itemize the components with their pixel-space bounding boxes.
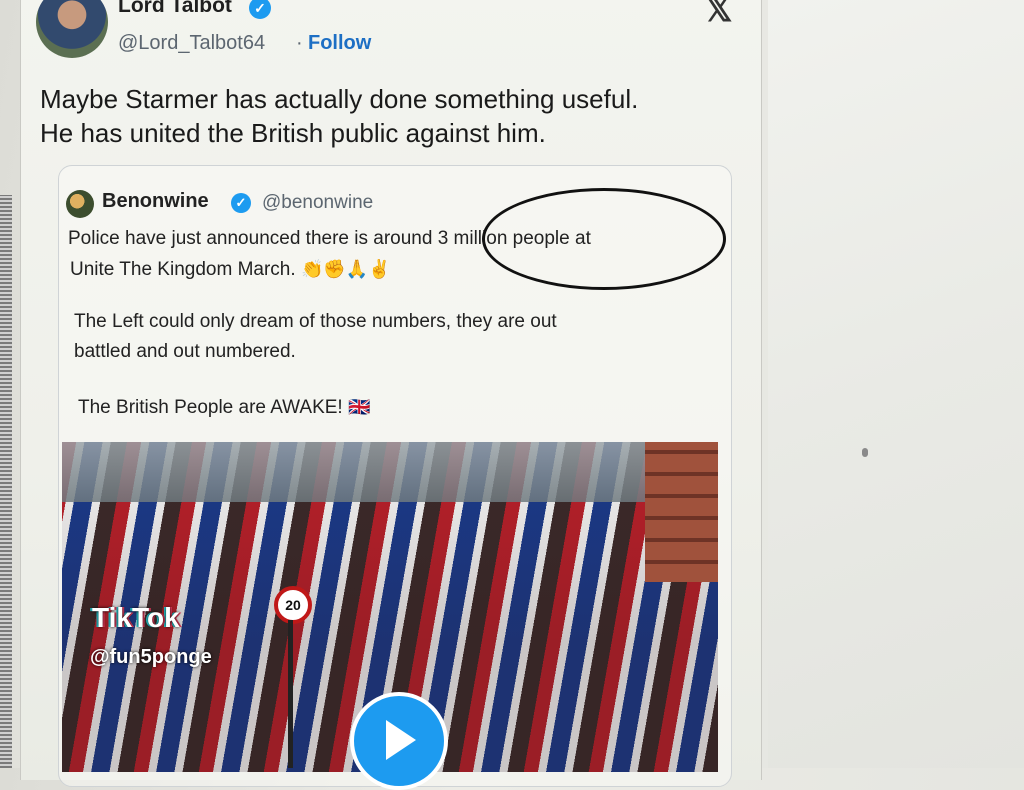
display-name[interactable]: Lord Talbot — [118, 0, 232, 18]
quoted-handle[interactable]: @benonwine — [262, 192, 373, 214]
tiktok-handle-watermark: @fun5ponge — [90, 646, 212, 668]
quoted-paragraph-2-line-2: battled and out numbered. — [74, 341, 296, 362]
emoji-group: 👏✊🙏✌ — [300, 259, 391, 279]
play-button[interactable] — [350, 692, 448, 790]
user-handle[interactable]: @Lord_Talbot64 — [118, 32, 265, 55]
tweet-text-line-1: Maybe Starmer has actually done somethin… — [40, 84, 639, 114]
sign-pole — [288, 620, 293, 768]
quoted-paragraph-1-line-2: Unite The Kingdom March. 👏✊🙏✌ — [70, 254, 391, 285]
tweet-text-line-2: He has united the British public against… — [40, 118, 546, 148]
quoted-verified-badge-icon: ✓ — [231, 193, 251, 213]
video-background-buildings — [62, 442, 718, 502]
quoted-avatar[interactable] — [66, 190, 94, 218]
monitor-bezel — [0, 195, 12, 768]
blank-screen-area — [768, 0, 1024, 768]
video-brick-building — [645, 442, 718, 582]
tiktok-watermark: TikTok — [92, 602, 180, 633]
quoted-paragraph-1-text: Unite The Kingdom March. — [70, 259, 296, 280]
quoted-paragraph-3-text: The British People are AWAKE! — [78, 397, 343, 418]
x-logo-icon[interactable]: 𝕏 — [705, 0, 732, 30]
quoted-display-name[interactable]: Benonwine — [102, 190, 209, 213]
follow-button[interactable]: Follow — [308, 32, 371, 55]
speed-limit-sign: 20 — [274, 586, 312, 624]
quoted-paragraph-2-line-1: The Left could only dream of those numbe… — [74, 311, 557, 332]
uk-flag-icon: 🇬🇧 — [348, 397, 371, 417]
tweet-text: Maybe Starmer has actually done somethin… — [40, 82, 740, 150]
play-icon — [386, 720, 416, 760]
highlight-ellipse-annotation — [482, 188, 726, 290]
quoted-paragraph-3: The British People are AWAKE! 🇬🇧 — [78, 392, 370, 423]
separator-dot: · — [296, 32, 303, 54]
cursor-dot — [862, 448, 868, 457]
